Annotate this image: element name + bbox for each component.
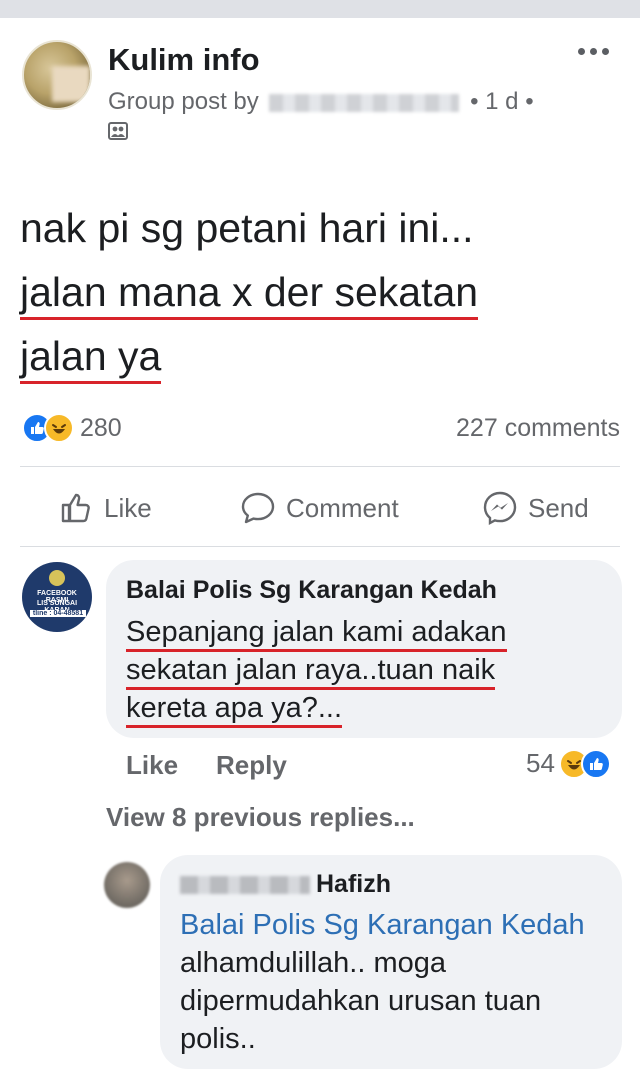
thumbs-up-icon [61,493,90,523]
meta-prefix: Group post by [108,88,259,115]
comment-line-underlined: sekatan jalan raya..tuan naik [126,654,496,690]
comment-line-underlined: kereta apa ya?... [126,692,343,728]
post-body: nak pi sg petani hari ini... jalan mana … [20,196,620,388]
haha-reaction-icon [44,413,74,443]
reply-text: Balai Polis Sg Karangan Kedah alhamdulil… [180,906,610,1058]
redacted-author-name [180,876,310,895]
group-privacy-icon [108,122,128,140]
avatar-text: tline : 04-48581 [30,610,86,617]
comment-button[interactable]: Comment [240,488,399,528]
comment-line-underlined: Sepanjang jalan kami adakan [126,616,507,652]
post-meta: Group post by • 1 d • [108,88,534,116]
send-label: Send [528,492,589,523]
police-badge-icon [49,570,65,586]
like-label: Like [104,492,152,523]
comment-author[interactable]: Balai Polis Sg Karangan Kedah [126,576,497,605]
divider [20,466,620,467]
comments-count[interactable]: 227 comments [456,414,620,443]
reaction-summary[interactable]: 280 [22,412,122,444]
post-line-underlined: jalan ya [20,331,162,384]
mention-link[interactable]: Balai Polis Sg Karangan Kedah [180,909,585,941]
group-name[interactable]: Kulim info [108,42,260,78]
view-previous-replies-link[interactable]: View 8 previous replies... [106,802,415,833]
reaction-count: 280 [80,413,122,442]
comment-like-button[interactable]: Like [126,750,178,781]
like-button[interactable]: Like [60,488,152,528]
comment-reply-button[interactable]: Reply [216,750,287,781]
divider [20,546,620,547]
reply-author[interactable]: Hafizh [180,870,391,899]
send-button[interactable]: Send [482,488,589,528]
group-avatar[interactable] [22,40,92,110]
comment-bubble-icon [241,492,275,524]
messenger-icon [483,491,517,526]
more-options-icon[interactable] [578,44,612,58]
comment-reactions[interactable]: 54 [526,748,611,779]
post-line: nak pi sg petani hari ini... [20,205,474,251]
redacted-author-name [269,93,460,112]
reply-avatar[interactable] [104,862,150,908]
meta-suffix: • 1 d • [470,88,534,115]
like-reaction-icon [580,748,611,779]
top-status-strip [0,0,640,18]
comment-label: Comment [286,492,399,523]
comment-reaction-count: 54 [526,748,555,778]
post-line-underlined: jalan mana x der sekatan [20,267,479,320]
comment-text: Sepanjang jalan kami adakan sekatan jala… [126,614,507,728]
reply-body: alhamdulillah.. moga dipermudahkan urusa… [180,947,542,1055]
police-avatar[interactable]: FACEBOOK RASMI LIS SUNGAI KARAN tline : … [22,562,92,632]
reply-author-visible: Hafizh [316,870,391,898]
